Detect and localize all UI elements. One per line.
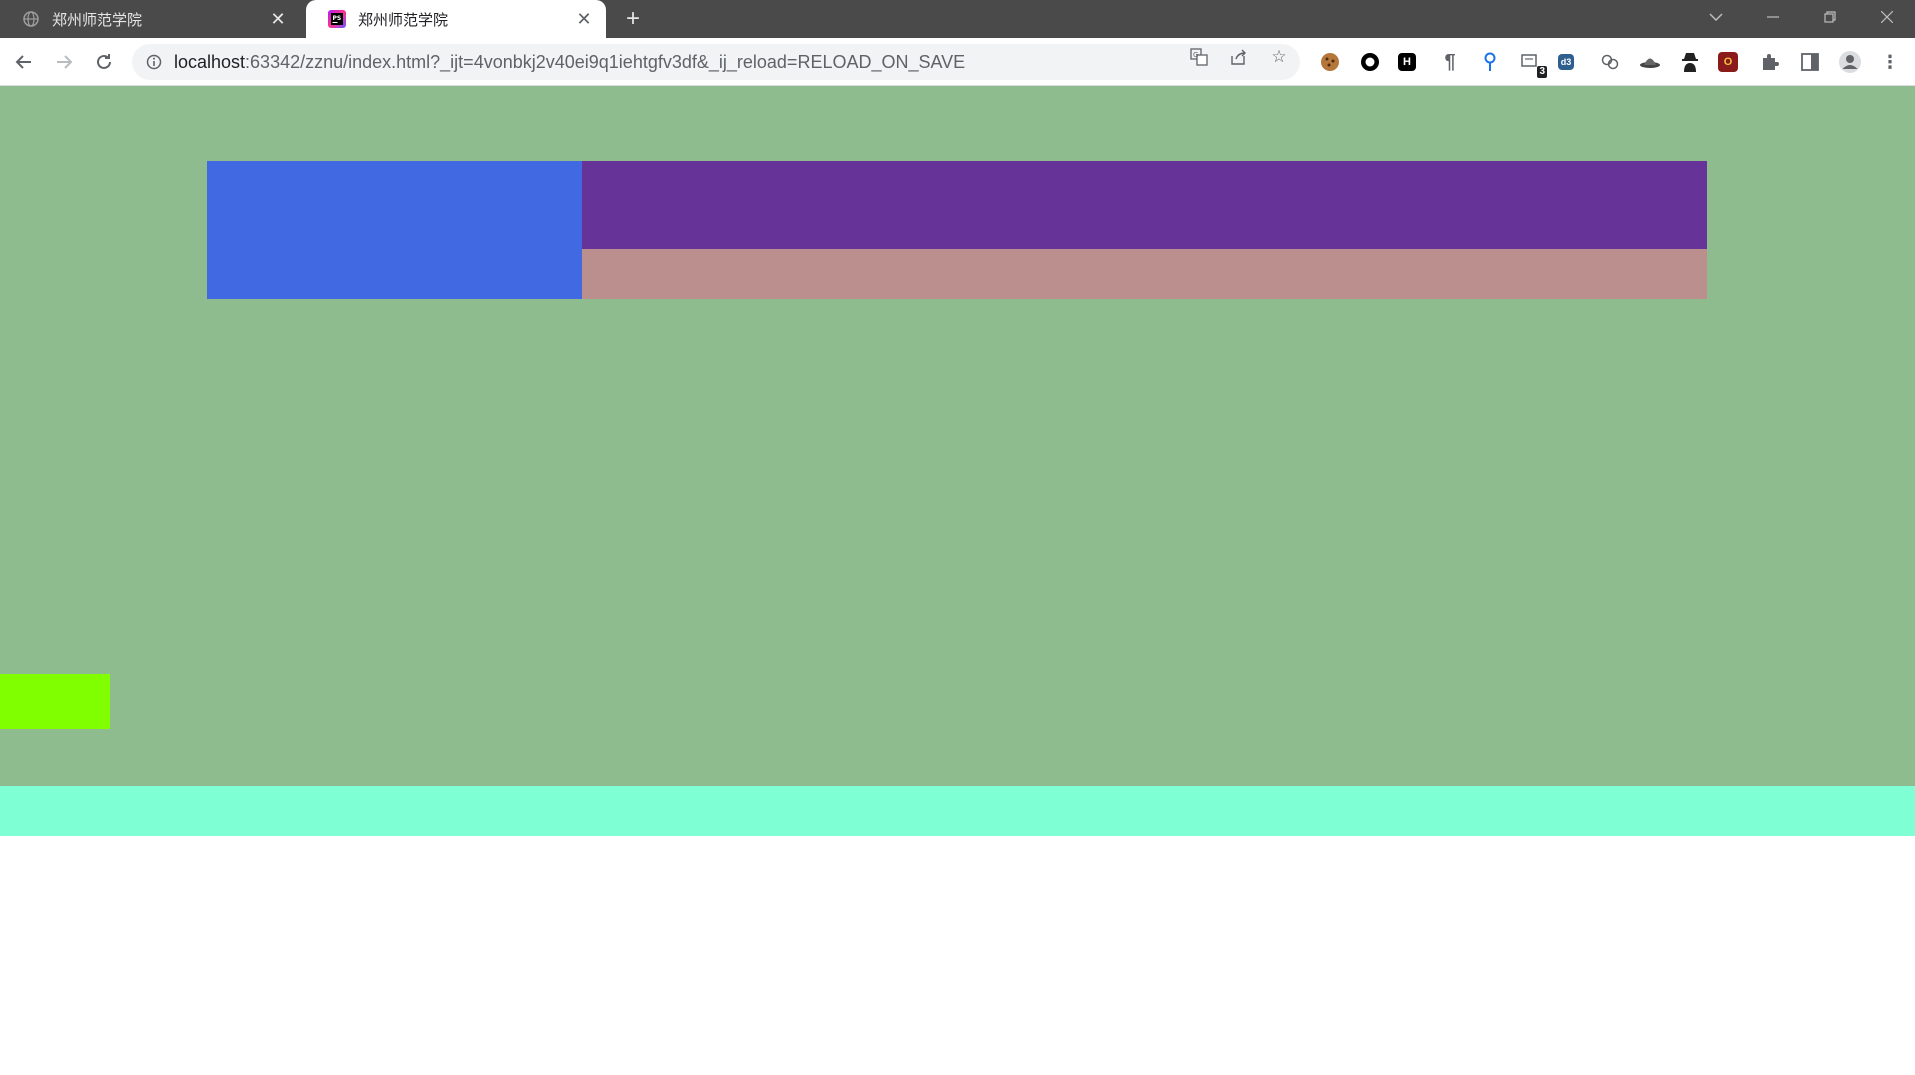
- tab-inactive[interactable]: 郑州师范学院 ✕: [0, 0, 300, 38]
- screenshot-extension-icon[interactable]: 3: [1518, 50, 1547, 78]
- url-host: localhost: [174, 51, 246, 72]
- url-text[interactable]: localhost:63342/zznu/index.html?_ijt=4vo…: [174, 52, 1300, 73]
- phpstorm-icon: PS: [328, 10, 346, 28]
- h-extension-icon[interactable]: H: [1398, 53, 1416, 71]
- link-extension-icon[interactable]: [1598, 50, 1622, 74]
- bookmark-star-icon[interactable]: ☆: [1268, 46, 1290, 68]
- header-banner-block: [582, 161, 1707, 249]
- close-icon[interactable]: ✕: [574, 9, 594, 29]
- side-panel-icon[interactable]: [1798, 50, 1822, 74]
- hat-extension-icon[interactable]: [1638, 50, 1662, 74]
- extension-badge: 3: [1537, 66, 1547, 78]
- tab-title: 郑州师范学院: [358, 11, 449, 29]
- circle-extension-icon[interactable]: [1358, 50, 1382, 74]
- logo-block: [207, 161, 582, 299]
- restore-button[interactable]: [1815, 4, 1845, 30]
- spy-extension-icon[interactable]: [1678, 50, 1702, 74]
- browser-toolbar: localhost:63342/zznu/index.html?_ijt=4vo…: [0, 38, 1915, 86]
- page-viewport: [0, 86, 1915, 1075]
- tab-search-icon[interactable]: [1701, 4, 1731, 30]
- nav-bar-block: [582, 249, 1707, 299]
- share-icon[interactable]: [1228, 46, 1250, 68]
- reload-button[interactable]: [90, 48, 118, 76]
- address-bar[interactable]: localhost:63342/zznu/index.html?_ijt=4vo…: [132, 44, 1300, 80]
- globe-icon: [22, 10, 40, 28]
- browser-window: 郑州师范学院 ✕ PS 郑州师范学院 ✕ + localhost:63342/z…: [0, 0, 1915, 1075]
- profile-avatar[interactable]: [1838, 50, 1862, 74]
- back-button[interactable]: [10, 48, 38, 76]
- pilcrow-extension-icon[interactable]: ¶: [1438, 50, 1462, 74]
- svg-text:G: G: [1193, 51, 1198, 59]
- tab-active[interactable]: PS 郑州师范学院 ✕: [306, 0, 606, 38]
- o-extension-icon[interactable]: O: [1718, 52, 1738, 72]
- close-window-button[interactable]: [1872, 4, 1902, 30]
- footer-block: [0, 786, 1915, 836]
- forward-button[interactable]: [50, 48, 78, 76]
- info-icon[interactable]: [146, 54, 162, 70]
- url-path: :63342/zznu/index.html?_ijt=4vonbkj2v40e…: [245, 51, 966, 72]
- floating-side-block: [0, 674, 110, 729]
- tab-title: 郑州师范学院: [52, 11, 143, 29]
- d3-extension-icon[interactable]: d3: [1558, 54, 1574, 70]
- cookie-extension-icon[interactable]: [1318, 50, 1342, 74]
- svg-text:PS: PS: [333, 15, 342, 22]
- tab-strip: 郑州师范学院 ✕ PS 郑州师范学院 ✕ +: [0, 0, 1915, 38]
- pin-extension-icon[interactable]: [1478, 50, 1502, 74]
- translate-icon[interactable]: G: [1188, 46, 1210, 68]
- puzzle-extension-icon[interactable]: [1758, 50, 1782, 74]
- close-icon[interactable]: ✕: [268, 9, 288, 29]
- menu-kebab-icon[interactable]: ⋮: [1878, 50, 1902, 74]
- minimize-button[interactable]: [1758, 4, 1788, 30]
- new-tab-button[interactable]: +: [620, 5, 646, 32]
